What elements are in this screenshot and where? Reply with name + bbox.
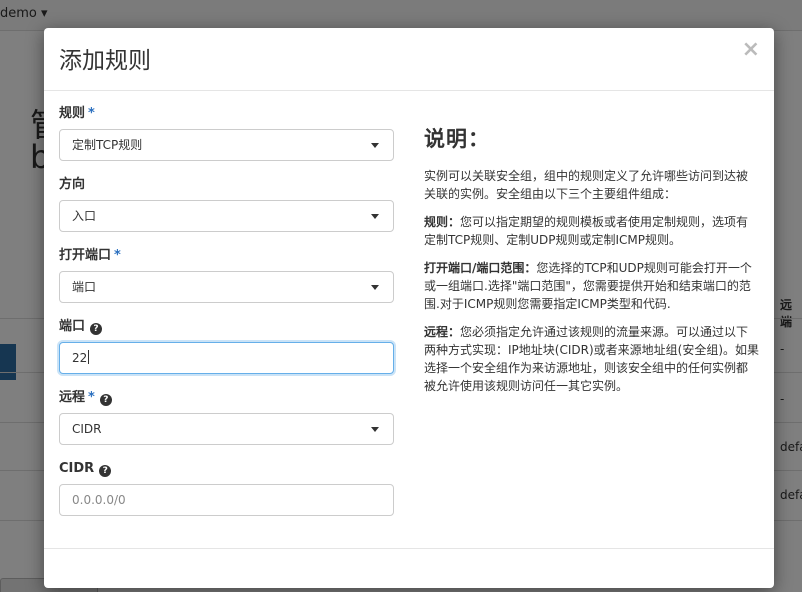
direction-select-value: 入口: [72, 209, 97, 223]
cidr-label: CIDR?: [59, 460, 394, 478]
text-cursor: [88, 350, 90, 364]
modal-footer-divider: [44, 548, 774, 549]
port-input[interactable]: 22: [59, 342, 394, 374]
remote-select-value: CIDR: [72, 422, 102, 436]
help-rule: 规则：您可以指定期望的规则模板或者使用定制规则，选项有定制TCP规则、定制UDP…: [424, 215, 749, 247]
question-circle-icon[interactable]: ?: [99, 465, 112, 477]
help-intro: 实例可以关联安全组，组中的规则定义了允许哪些访问到达被关联的实例。安全组由以下三…: [424, 169, 749, 201]
help-panel: 说明： 实例可以关联安全组，组中的规则定义了允许哪些访问到达被关联的实例。安全组…: [424, 123, 759, 405]
rule-select[interactable]: 定制TCP规则: [59, 129, 394, 161]
cidr-field-group: CIDR? 0.0.0.0/0: [59, 460, 394, 516]
add-rule-modal: 添加规则 × 规则 * 定制TCP规则 方向 入口 打开端口 * 端口 端口 ?…: [44, 28, 774, 588]
direction-label: 方向: [59, 177, 86, 192]
caret-down-icon: [371, 214, 379, 219]
direction-field-group: 方向 入口: [59, 176, 394, 232]
cidr-input-placeholder: 0.0.0.0/0: [72, 493, 126, 507]
caret-down-icon: [371, 427, 379, 432]
port-label: 端口?: [59, 318, 394, 336]
rule-field-group: 规则 * 定制TCP规则: [59, 105, 394, 161]
help-remote: 远程：您必须指定允许通过该规则的流量来源。可以通过以下两种方式实现：IP地址块(…: [424, 325, 760, 393]
open-port-field-group: 打开端口 * 端口: [59, 247, 394, 303]
close-icon[interactable]: ×: [742, 39, 760, 61]
modal-header: 添加规则 ×: [44, 28, 774, 91]
watermark: CSDN @贪睡的蜗牛: [616, 565, 754, 583]
help-title: 说明：: [424, 127, 490, 151]
open-port-select-value: 端口: [72, 280, 97, 294]
question-circle-icon[interactable]: ?: [99, 394, 112, 406]
modal-title: 添加规则: [59, 48, 151, 74]
direction-select[interactable]: 入口: [59, 200, 394, 232]
open-port-select[interactable]: 端口: [59, 271, 394, 303]
remote-select[interactable]: CIDR: [59, 413, 394, 445]
open-port-label: 打开端口 *: [59, 248, 121, 263]
rule-select-value: 定制TCP规则: [72, 138, 143, 152]
remote-label: 远程 *?: [59, 389, 394, 407]
caret-down-icon: [371, 285, 379, 290]
rule-label: 规则 *: [59, 106, 95, 121]
port-field-group: 端口? 22: [59, 318, 394, 374]
question-circle-icon[interactable]: ?: [90, 323, 103, 335]
remote-field-group: 远程 *? CIDR: [59, 389, 394, 445]
port-input-value: 22: [72, 351, 88, 365]
caret-down-icon: [371, 143, 379, 148]
help-port: 打开端口/端口范围：您选择的TCP和UDP规则可能会打开一个或一组端口.选择"端…: [424, 261, 752, 311]
cidr-input[interactable]: 0.0.0.0/0: [59, 484, 394, 516]
